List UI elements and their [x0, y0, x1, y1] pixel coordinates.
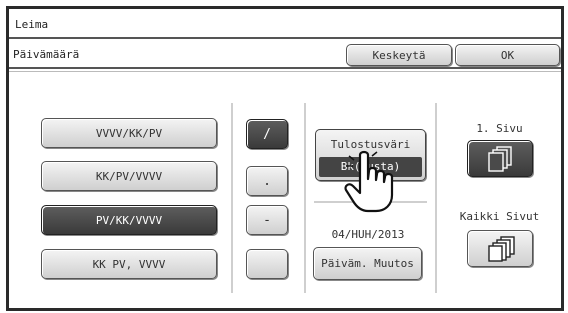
separator-dot-button[interactable]: . [246, 166, 288, 196]
divider-line [231, 103, 233, 293]
hand-pointer-icon [344, 150, 394, 213]
dialog-frame: Leima Päivämäärä Keskeytä OK VVVV/KK/PV … [6, 6, 564, 311]
date-value: 04/HUH/2013 [331, 228, 405, 241]
format-button-dd-mm-yyyy[interactable]: PV/KK/VVVV [41, 205, 217, 235]
dialog-title: Leima [15, 18, 49, 31]
all-pages-button[interactable] [467, 230, 533, 267]
multi-page-stack-icon [488, 235, 515, 262]
ok-button[interactable]: OK [455, 44, 560, 66]
first-page-label: 1. Sivu [476, 122, 523, 135]
divider-line [435, 103, 437, 293]
cancel-button[interactable]: Keskeytä [346, 44, 452, 66]
format-button-yyyy-mm-dd[interactable]: VVVV/KK/PV [41, 118, 217, 148]
first-page-button[interactable] [467, 140, 533, 177]
section-title: Päivämäärä [13, 48, 80, 61]
title-bar: Leima [9, 9, 561, 39]
format-button-mm-dd-comma-yyyy[interactable]: KK PV, VVVV [41, 249, 217, 279]
divider-line [304, 103, 306, 293]
separator-slash-button[interactable]: / [246, 119, 288, 149]
all-pages-label: Kaikki Sivut [459, 210, 540, 223]
separator-dash-button[interactable]: - [246, 205, 288, 235]
separator-space-button[interactable] [246, 249, 288, 279]
single-page-stack-icon [488, 145, 512, 172]
change-date-button[interactable]: Päiväm. Muutos [313, 247, 422, 280]
format-button-mm-dd-yyyy[interactable]: KK/PV/VVVV [41, 161, 217, 191]
